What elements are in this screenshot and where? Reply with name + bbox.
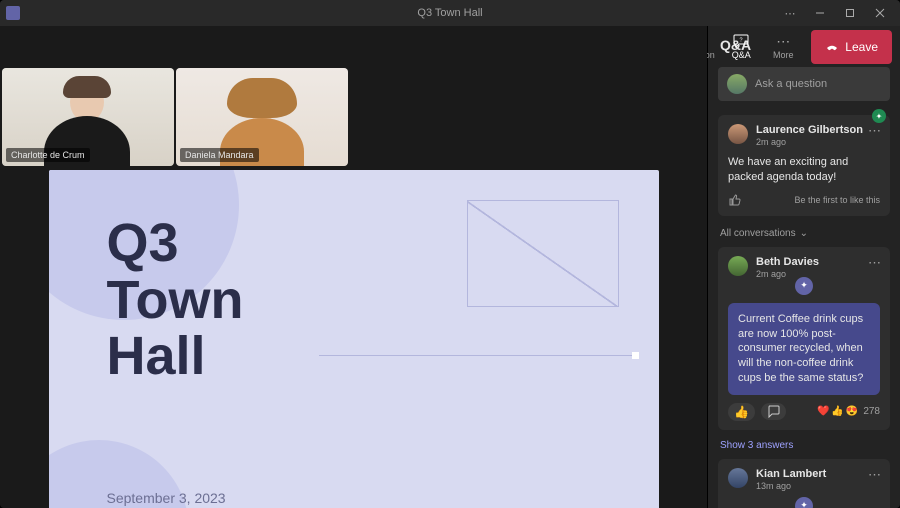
window-title: Q3 Town Hall [417,7,482,19]
title-bar: Q3 Town Hall ⋯ [0,0,900,26]
reaction-summary[interactable]: ❤️ 👍 😍 278 [817,406,880,417]
ask-placeholder: Ask a question [755,78,827,90]
participant-name: Charlotte de Crum [6,148,90,162]
participant-name: Daniela Mandara [180,148,259,162]
window-maximize-button[interactable] [836,3,864,23]
more-button[interactable]: ⋯ More [763,30,803,64]
author-avatar [728,468,748,488]
smile-icon: 😍 [846,406,858,417]
upvote-button[interactable]: 👍 [728,403,755,421]
author-avatar [728,124,748,144]
video-tile[interactable]: Charlotte de Crum [2,68,174,166]
svg-text:?: ? [740,38,743,44]
window-close-button[interactable] [866,3,894,23]
post-time: 2m ago [756,269,819,279]
author-avatar [728,256,748,276]
qa-panel: Q&A ✕ Ask a question ✦ Laurence Gilberts… [707,26,900,508]
like-hint: Be the first to like this [794,195,880,205]
meeting-stage: Charlotte de Crum Daniela Mandara [0,26,707,508]
thumbs-up-icon: 👍 [831,406,843,417]
comment-button[interactable] [761,403,786,420]
teams-logo-icon [6,6,20,20]
show-answers-link[interactable]: Show 3 answers [720,440,888,451]
window-more-button[interactable]: ⋯ [776,3,804,23]
qa-icon: ? [733,34,749,48]
qa-button[interactable]: ? Q&A [721,30,761,64]
author-name: Beth Davies [756,256,819,268]
post-more-button[interactable]: ⋯ [868,123,882,139]
leave-button[interactable]: Leave [811,30,892,64]
meeting-toolbar: CC Caption ? Q&A ⋯ More Leave [679,30,892,64]
video-tile[interactable]: Daniela Mandara [176,68,348,166]
conversation-filter[interactable]: All conversations ⌄ [720,228,888,239]
featured-badge-icon: ✦ [872,109,886,123]
hangup-icon [825,40,839,54]
post-more-button[interactable]: ⋯ [868,467,882,483]
reaction-count: 278 [863,406,880,417]
question-card: Kian Lambert 13m ago ⋯ ✦ [718,459,890,508]
question-card: Beth Davies 2m ago ⋯ ✦ Current Coffee dr… [718,247,890,430]
moderator-badge-icon: ✦ [795,497,813,508]
more-label: More [773,50,794,60]
author-name: Kian Lambert [756,468,826,480]
host-announcement-card: ✦ Laurence Gilbertson 2m ago ⋯ We have a… [718,115,890,216]
heart-icon: ❤️ [817,406,829,417]
slide-date: September 3, 2023 [107,490,226,506]
slide-title: Q3 Town Hall [107,215,244,385]
window-minimize-button[interactable] [806,3,834,23]
more-icon: ⋯ [775,34,791,48]
author-name: Laurence Gilbertson [756,124,863,136]
chevron-down-icon: ⌄ [800,228,808,239]
like-button[interactable] [728,193,742,207]
post-more-button[interactable]: ⋯ [868,255,882,271]
self-avatar [727,74,747,94]
post-time: 2m ago [756,137,863,147]
ask-question-input[interactable]: Ask a question [718,67,890,101]
qa-label: Q&A [732,50,751,60]
post-text: We have an exciting and packed agenda to… [728,155,880,185]
post-time: 13m ago [756,481,826,491]
leave-label: Leave [845,40,878,54]
shared-slide: Q3 Town Hall September 3, 2023 VanArsdel [49,170,659,508]
moderator-badge-icon: ✦ [795,277,813,295]
question-text: Current Coffee drink cups are now 100% p… [728,303,880,395]
